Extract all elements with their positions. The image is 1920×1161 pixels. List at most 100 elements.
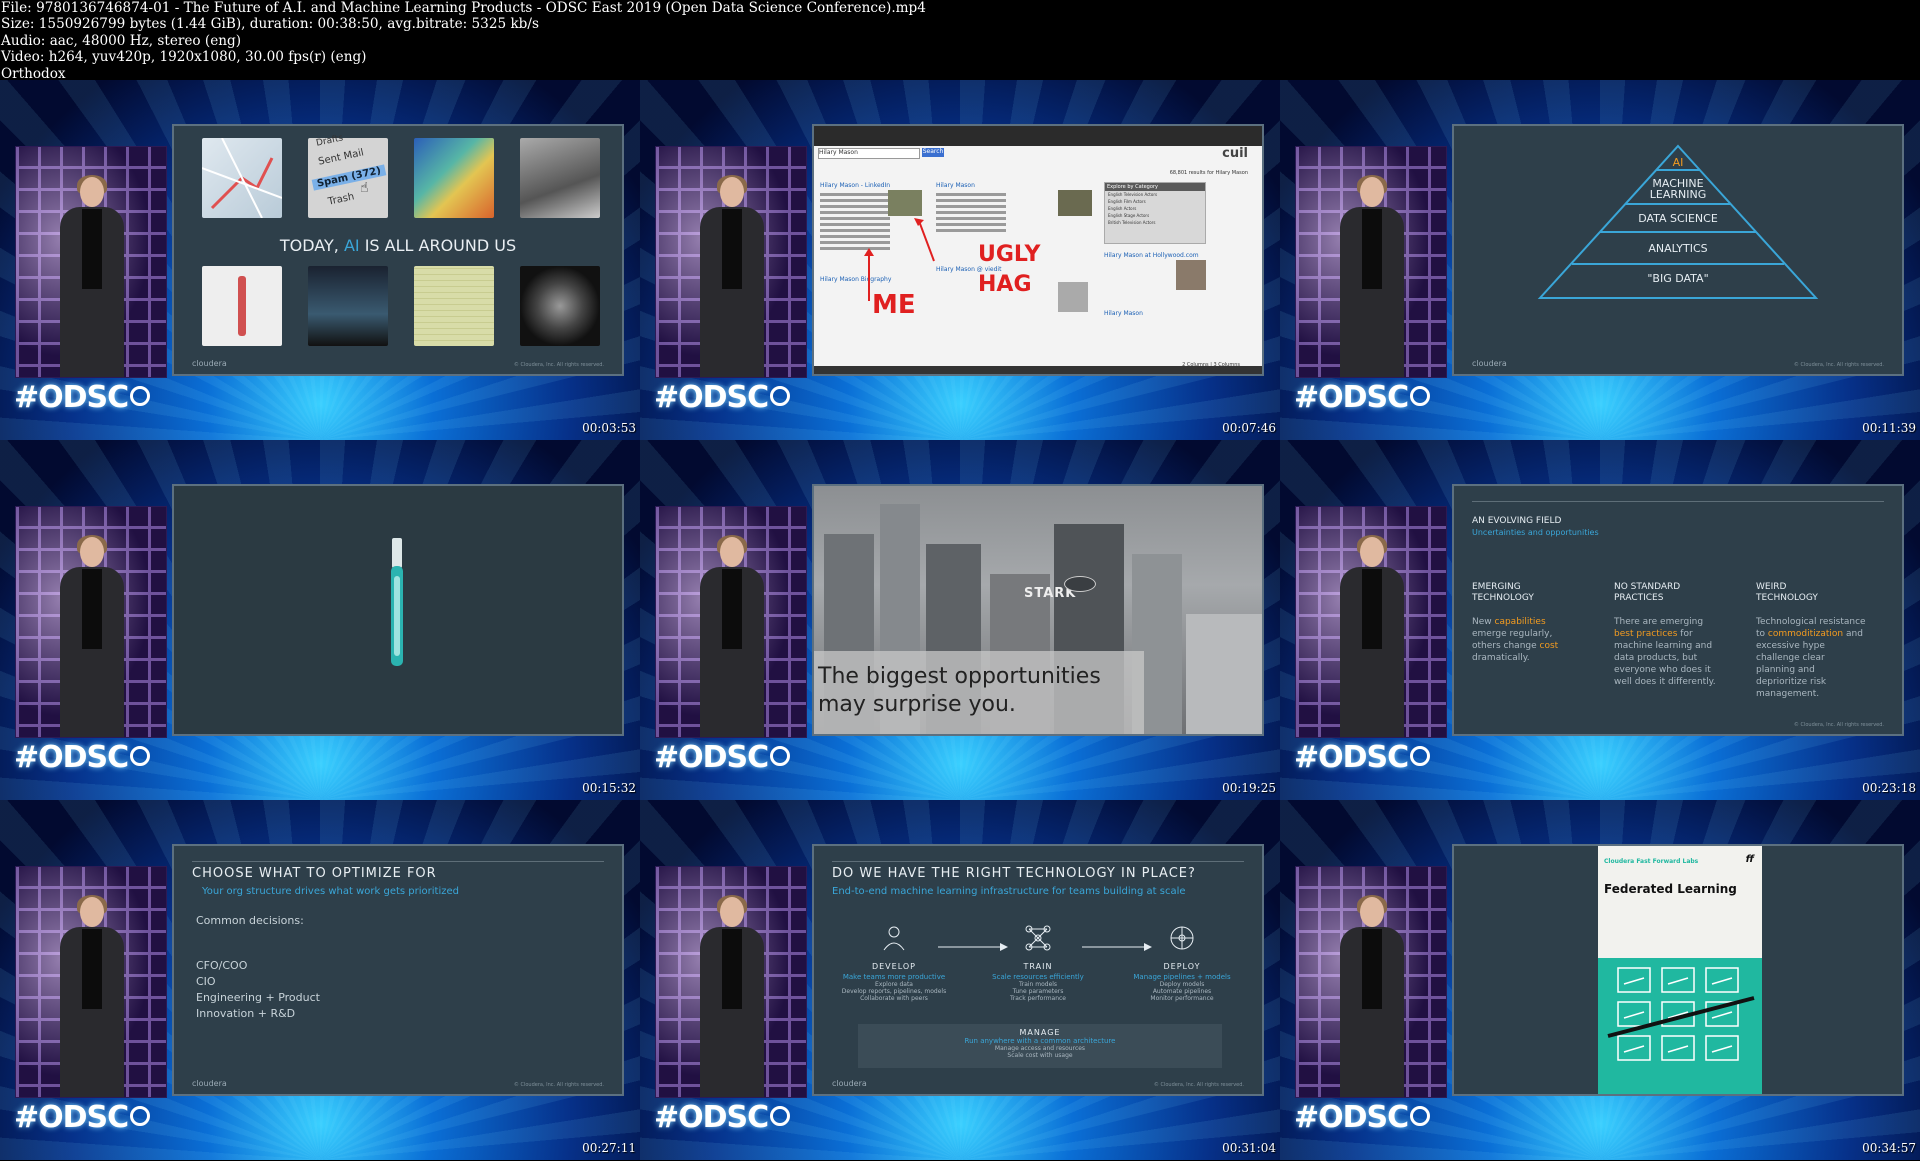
deploy-network-icon <box>1170 926 1194 950</box>
thumbnail-grid: Drafts Sent Mail Spam (372) Trash ☝ TODA… <box>0 80 1920 1161</box>
divider <box>1472 501 1884 502</box>
video-frame-7[interactable]: CHOOSE WHAT TO OPTIMIZE FOR Your org str… <box>0 800 640 1160</box>
odsc-logo: #ODSC <box>14 380 151 415</box>
audio-info-line: Audio: aac, 48000 Hz, stereo (eng) <box>1 32 242 49</box>
speaker <box>700 535 764 737</box>
speaker-video <box>1295 866 1447 1098</box>
slide-title: DO WE HAVE THE RIGHT TECHNOLOGY IN PLACE… <box>832 866 1196 881</box>
step-detail: Monitor performance <box>1150 995 1214 1002</box>
odsc-logo: #ODSC <box>654 380 791 415</box>
step-name: TRAIN <box>1023 962 1053 971</box>
presentation-slide: CHOOSE WHAT TO OPTIMIZE FOR Your org str… <box>172 844 624 1096</box>
step-deploy: DEPLOY Manage pipelines + models Deploy … <box>1122 924 1242 1002</box>
list-heading: Common decisions: <box>196 914 304 927</box>
list-item: CIO <box>196 975 216 988</box>
column-text: Technological resistance to commoditizat… <box>1756 617 1866 699</box>
slide-caption: TODAY, AI IS ALL AROUND US <box>279 236 517 255</box>
medical-device-thumbnail <box>202 266 282 346</box>
slide-subtitle: Uncertainties and opportunities <box>1472 528 1599 537</box>
timestamp: 00:34:57 <box>1862 1141 1916 1155</box>
report-publisher: Cloudera Fast Forward Labs <box>1604 858 1699 865</box>
video-frame-1[interactable]: Drafts Sent Mail Spam (372) Trash ☝ TODA… <box>0 80 640 440</box>
speaker-video <box>1295 146 1447 378</box>
map-thumbnail <box>201 137 283 219</box>
timestamp: 00:15:32 <box>582 781 636 795</box>
report-illustration <box>1598 958 1762 1094</box>
speaker <box>1340 175 1404 377</box>
speaker <box>60 895 124 1097</box>
copyright-text: © Cloudera, Inc. All rights reserved. <box>1793 722 1884 728</box>
pyramid-level-ai: AI <box>1672 156 1684 169</box>
trading-floor-thumbnail <box>308 266 388 346</box>
speaker <box>1340 535 1404 737</box>
file-name-line: File: 9780136746874-01 - The Future of A… <box>1 0 926 16</box>
caption-line-1: The biggest opportunities <box>818 664 1101 689</box>
step-detail: Collaborate with peers <box>860 995 928 1002</box>
video-frame-2[interactable]: Hilary Mason Search cuil 68,801 results … <box>640 80 1280 440</box>
ct-scan-thumbnail <box>520 266 600 346</box>
copyright-text: © Cloudera, Inc. All rights reserved. <box>513 1082 604 1088</box>
mail-item-trash: Trash <box>327 191 356 208</box>
speaker-video <box>655 506 807 738</box>
step-tagline: Scale resources efficiently <box>992 973 1084 981</box>
manage-detail: Manage access and resources <box>994 1045 1086 1052</box>
network-icon <box>1025 925 1051 951</box>
timestamp: 00:31:04 <box>1222 1141 1276 1155</box>
mail-thumbnail: Drafts Sent Mail Spam (372) Trash ☝ <box>308 133 388 218</box>
step-detail: Develop reports, pipelines, models <box>841 988 947 995</box>
column-heading: NO STANDARD PRACTICES <box>1614 582 1681 603</box>
cloudera-logo: cloudera <box>192 359 227 368</box>
odsc-logo: #ODSC <box>1294 740 1431 775</box>
copyright-text: © Cloudera, Inc. All rights reserved. <box>1153 1082 1244 1088</box>
step-detail: Train models <box>1018 981 1058 988</box>
pyramid-level-ml: MACHINE LEARNING <box>1649 177 1707 201</box>
video-frame-3[interactable]: AI MACHINE LEARNING DATA SCIENCE ANALYTI… <box>1280 80 1920 440</box>
slide-caption-box: The biggest opportunities may surprise y… <box>814 651 1144 734</box>
slide-subtitle: End-to-end machine learning infrastructu… <box>832 886 1186 897</box>
odsc-logo: #ODSC <box>654 1100 791 1135</box>
column-text: There are emerging best practices for ma… <box>1614 617 1716 687</box>
column-heading: EMERGING TECHNOLOGY <box>1472 582 1534 603</box>
speaker-video <box>655 146 807 378</box>
odsc-logo: #ODSC <box>654 740 791 775</box>
spreadsheet-thumbnail <box>414 266 494 346</box>
presentation-slide <box>172 484 624 736</box>
timestamp: 00:23:18 <box>1862 781 1916 795</box>
speaker-video <box>655 866 807 1098</box>
video-frame-6[interactable]: AN EVOLVING FIELD Uncertainties and oppo… <box>1280 440 1920 800</box>
file-info-header: File: 9780136746874-01 - The Future of A… <box>0 0 1920 82</box>
annotation-me: ME <box>872 290 916 320</box>
helipad <box>1064 576 1096 592</box>
speaker-video <box>15 866 167 1098</box>
video-frame-9[interactable]: Cloudera Fast Forward Labs ff Federated … <box>1280 800 1920 1160</box>
column-heading: WEIRD TECHNOLOGY <box>1756 582 1818 603</box>
video-frame-4[interactable]: #ODSC 00:15:32 <box>0 440 640 800</box>
step-detail: Track performance <box>1009 995 1067 1002</box>
step-name: DEPLOY <box>1163 962 1201 971</box>
copyright-text: © Cloudera, Inc. All rights reserved. <box>513 362 604 368</box>
odsc-logo: #ODSC <box>14 1100 151 1135</box>
list-item: CFO/COO <box>196 959 248 972</box>
step-tagline: Manage pipelines + models <box>1133 973 1231 981</box>
presentation-slide: Hilary Mason Search cuil 68,801 results … <box>812 124 1264 376</box>
video-frame-5[interactable]: STARK The biggest opportunities may surp… <box>640 440 1280 800</box>
annotation-hag: HAG <box>978 272 1032 297</box>
speaker-video <box>15 506 167 738</box>
speaker <box>700 175 764 377</box>
step-detail: Deploy models <box>1159 981 1205 988</box>
report-cover: Cloudera Fast Forward Labs ff Federated … <box>1598 846 1762 1094</box>
video-frame-8[interactable]: DO WE HAVE THE RIGHT TECHNOLOGY IN PLACE… <box>640 800 1280 1160</box>
column-emerging-technology: EMERGING TECHNOLOGY New capabilities eme… <box>1472 582 1582 664</box>
decision-list: CFO/COO CIO Engineering + Product Innova… <box>196 958 320 1022</box>
mail-item-sent: Sent Mail <box>317 147 365 168</box>
speaker-video <box>15 146 167 378</box>
cloudera-logo: cloudera <box>1472 359 1507 368</box>
cloudera-logo: cloudera <box>832 1079 867 1088</box>
toothbrush-icon <box>391 538 403 666</box>
manage-name: MANAGE <box>1019 1028 1061 1037</box>
person-code-icon <box>883 926 905 951</box>
divider <box>832 861 1244 862</box>
slide-title: AN EVOLVING FIELD <box>1472 516 1562 526</box>
ff-logo: ff <box>1745 854 1754 865</box>
speaker <box>60 175 124 377</box>
